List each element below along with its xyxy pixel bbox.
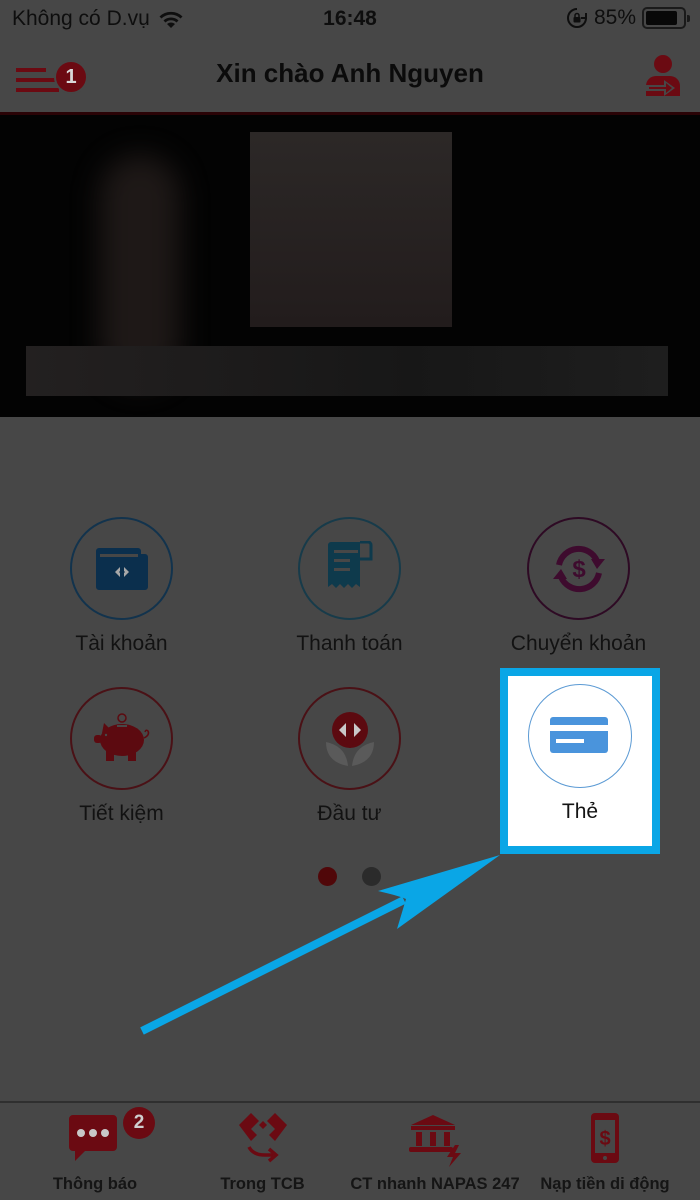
feature-thanh-toan[interactable]: Thanh toán — [248, 517, 448, 667]
rotation-lock-icon — [567, 8, 587, 28]
feature-icon-circle — [70, 517, 173, 620]
nav-label: CT nhanh NAPAS 247 — [350, 1175, 520, 1193]
feature-icon-circle: $ — [527, 517, 630, 620]
feature-the-highlighted[interactable]: Thẻ — [500, 668, 660, 854]
battery-icon — [642, 7, 690, 29]
page-dot[interactable] — [362, 867, 381, 886]
promo-banner[interactable] — [0, 112, 700, 417]
logout-button[interactable] — [642, 52, 682, 98]
app-header: 1 Xin chào Anh Nguyen — [0, 38, 700, 112]
feature-label: Thẻ — [561, 800, 599, 823]
nav-label: Nạp tiền di động — [540, 1175, 670, 1193]
money-exchange-icon: $ — [552, 545, 605, 592]
bottom-nav: 2 Thông báo Trong TCB CT nhanh NAPAS 247… — [0, 1101, 700, 1200]
feature-label: Thanh toán — [296, 632, 403, 655]
investment-plant-icon — [325, 711, 374, 766]
feature-icon-circle — [298, 517, 401, 620]
page-dot-active[interactable] — [318, 867, 337, 886]
feature-chuyen-khoan[interactable]: $ Chuyển khoản — [477, 517, 677, 667]
credit-card-icon — [550, 717, 608, 753]
nav-thong-bao[interactable]: 2 Thông báo — [20, 1103, 170, 1200]
feature-label: Tiết kiệm — [79, 802, 164, 825]
feature-icon-circle — [70, 687, 173, 790]
feature-tai-khoan[interactable]: Tài khoản — [20, 517, 220, 667]
feature-icon-circle — [298, 687, 401, 790]
nav-nap-tien-di-dong[interactable]: $ Nạp tiền di động — [530, 1103, 680, 1200]
annotation-arrow-head — [378, 855, 500, 929]
receipt-icon — [327, 540, 372, 588]
tcb-transfer-icon — [238, 1113, 287, 1163]
feature-label: Chuyển khoản — [510, 632, 647, 655]
app-screen: Không có D.vụ 16:48 85% 1 Xin chào Anh N… — [0, 0, 700, 1200]
annotation-arrow-shaft — [140, 896, 406, 1035]
nav-trong-tcb[interactable]: Trong TCB — [190, 1103, 335, 1200]
status-bar: Không có D.vụ 16:48 85% — [0, 0, 700, 38]
banner-image-placeholder — [250, 132, 452, 327]
wallet-icon — [95, 547, 148, 590]
user-logout-icon — [646, 55, 680, 96]
banner-caption-placeholder — [26, 346, 668, 396]
chat-bubble-icon — [69, 1115, 117, 1161]
feature-tiet-kiem[interactable]: Tiết kiệm — [20, 687, 220, 837]
bank-fast-transfer-icon — [409, 1115, 461, 1167]
status-right: 85% — [566, 6, 690, 30]
feature-dau-tu[interactable]: Đầu tư — [248, 687, 448, 837]
piggy-bank-icon — [93, 712, 149, 761]
nav-label: Thông báo — [52, 1175, 138, 1193]
nav-label: Trong TCB — [220, 1175, 305, 1193]
page-title: Xin chào Anh Nguyen — [216, 58, 484, 88]
svg-text:$: $ — [599, 1128, 610, 1150]
battery-percent: 85% — [593, 6, 636, 29]
feature-icon-circle — [528, 684, 632, 788]
nav-napas-247[interactable]: CT nhanh NAPAS 247 — [340, 1103, 530, 1200]
mobile-topup-icon: $ — [591, 1113, 619, 1163]
notification-count-badge: 2 — [123, 1107, 155, 1139]
battery-level-fill — [646, 11, 677, 25]
feature-label: Tài khoản — [75, 632, 168, 655]
feature-label: Đầu tư — [317, 802, 382, 825]
svg-text:$: $ — [572, 556, 586, 583]
